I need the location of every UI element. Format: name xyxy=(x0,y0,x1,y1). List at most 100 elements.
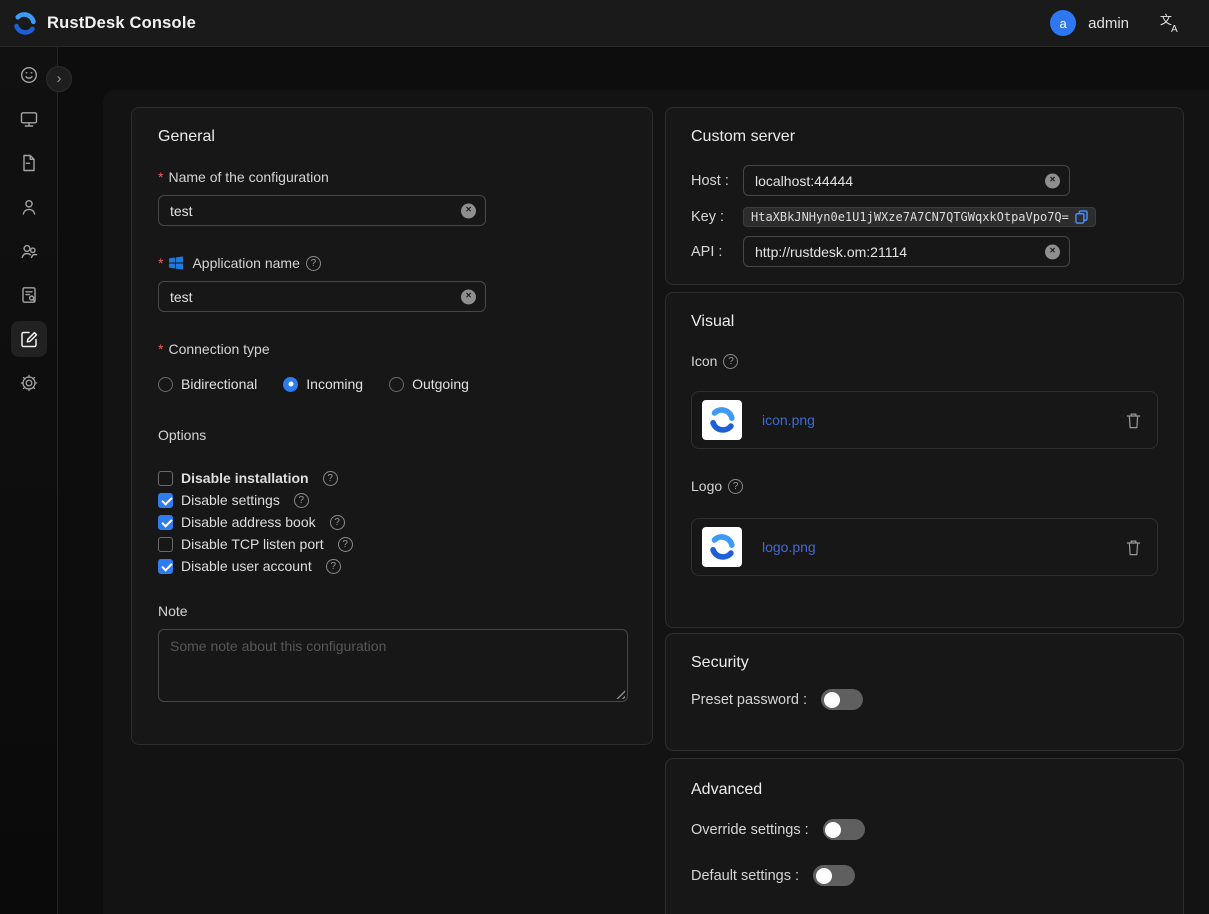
sidebar-item-users[interactable] xyxy=(11,189,47,225)
user-group-icon xyxy=(19,241,39,261)
host-input[interactable]: localhost:44444 xyxy=(743,165,1070,196)
general-panel: General Name of the configuration test A… xyxy=(131,107,653,745)
option-disable-settings[interactable]: Disable settings xyxy=(158,489,626,511)
connection-type-label: Connection type xyxy=(158,340,626,358)
option-disable-user-account[interactable]: Disable user account xyxy=(158,555,626,577)
radio-dot[interactable] xyxy=(158,377,173,392)
username[interactable]: admin xyxy=(1088,15,1129,32)
icon-label: Icon xyxy=(691,352,1158,370)
checkbox[interactable] xyxy=(158,471,173,486)
sidebar-item-settings[interactable] xyxy=(11,365,47,401)
security-title: Security xyxy=(691,654,1158,672)
options-label: Options xyxy=(158,426,626,444)
avatar[interactable]: a xyxy=(1050,10,1076,36)
option-disable-installation[interactable]: Disable installation xyxy=(158,467,626,489)
visual-title: Visual xyxy=(691,313,1158,331)
help-icon[interactable] xyxy=(323,471,338,486)
icon-upload-row: icon.png xyxy=(691,391,1158,449)
brand: RustDesk Console xyxy=(0,10,196,37)
default-settings-row: Default settings : xyxy=(691,865,1158,886)
override-settings-toggle[interactable] xyxy=(823,819,865,840)
icon-filename-link[interactable]: icon.png xyxy=(762,412,815,428)
custom-server-title: Custom server xyxy=(691,128,1158,146)
checkbox[interactable] xyxy=(158,559,173,574)
sidebar-item-documents-review[interactable] xyxy=(11,277,47,313)
sidebar-item-devices[interactable] xyxy=(11,101,47,137)
windows-icon xyxy=(168,255,184,271)
sidebar-item-smiley[interactable] xyxy=(11,57,47,93)
help-icon[interactable] xyxy=(294,493,309,508)
connection-type-group: Bidirectional Incoming Outgoing xyxy=(158,374,626,394)
visual-panel: Visual Icon icon.png Logo xyxy=(665,292,1184,628)
content-area: General Name of the configuration test A… xyxy=(103,90,1209,914)
server-key-value: HtaXBkJNHyn0e1U1jWXze7A7CN7QTGWqxkOtpaVp… xyxy=(743,207,1096,227)
user-icon xyxy=(19,197,39,217)
api-label: API : xyxy=(691,244,743,260)
delete-icon[interactable] xyxy=(1126,412,1141,429)
gear-icon xyxy=(19,373,39,393)
note-placeholder: Some note about this configuration xyxy=(170,638,386,654)
radio-incoming[interactable]: Incoming xyxy=(283,376,363,392)
delete-icon[interactable] xyxy=(1126,539,1141,556)
default-settings-label: Default settings : xyxy=(691,868,799,884)
document-search-icon xyxy=(19,285,39,305)
svg-text:A: A xyxy=(1171,24,1178,33)
sidebar-item-audit[interactable] xyxy=(11,145,47,181)
sidebar xyxy=(0,47,58,914)
resize-handle-icon[interactable] xyxy=(616,690,625,699)
rustdesk-logo-icon xyxy=(707,532,737,562)
advanced-panel: Advanced Override settings : Default set… xyxy=(665,758,1184,914)
logo-thumbnail xyxy=(702,527,742,567)
rustdesk-logo-icon xyxy=(11,10,38,37)
checkbox[interactable] xyxy=(158,493,173,508)
option-disable-address-book[interactable]: Disable address book xyxy=(158,511,626,533)
option-disable-tcp-listen-port[interactable]: Disable TCP listen port xyxy=(158,533,626,555)
edit-icon xyxy=(19,329,39,349)
key-label: Key : xyxy=(691,209,743,225)
help-icon[interactable] xyxy=(338,537,353,552)
clear-icon[interactable] xyxy=(1045,244,1060,259)
icon-thumbnail xyxy=(702,400,742,440)
radio-bidirectional[interactable]: Bidirectional xyxy=(158,376,257,392)
sidebar-item-groups[interactable] xyxy=(11,233,47,269)
radio-dot[interactable] xyxy=(389,377,404,392)
help-icon[interactable] xyxy=(326,559,341,574)
rustdesk-logo-icon xyxy=(707,405,737,435)
radio-outgoing[interactable]: Outgoing xyxy=(389,376,469,392)
app-name-label: Application name xyxy=(158,254,626,272)
preset-password-row: Preset password : xyxy=(691,689,1158,710)
checkbox[interactable] xyxy=(158,515,173,530)
preset-password-toggle[interactable] xyxy=(821,689,863,710)
api-input[interactable]: http://rustdesk.om:21114 xyxy=(743,236,1070,267)
host-label: Host : xyxy=(691,173,743,189)
app-title: RustDesk Console xyxy=(47,14,196,33)
clear-icon[interactable] xyxy=(1045,173,1060,188)
security-panel: Security Preset password : xyxy=(665,633,1184,751)
sidebar-expand-button[interactable] xyxy=(46,66,72,92)
help-icon[interactable] xyxy=(728,479,743,494)
override-settings-label: Override settings : xyxy=(691,822,809,838)
smiley-icon xyxy=(19,65,39,85)
clear-icon[interactable] xyxy=(461,289,476,304)
language-translate-icon[interactable]: 文 A xyxy=(1159,12,1181,34)
config-name-input[interactable]: test xyxy=(158,195,486,226)
note-textarea[interactable]: Some note about this configuration xyxy=(158,629,628,702)
logo-filename-link[interactable]: logo.png xyxy=(762,539,816,555)
monitor-icon xyxy=(19,109,39,129)
help-icon[interactable] xyxy=(330,515,345,530)
override-settings-row: Override settings : xyxy=(691,819,1158,840)
logo-upload-row: logo.png xyxy=(691,518,1158,576)
radio-dot[interactable] xyxy=(283,377,298,392)
note-label: Note xyxy=(158,602,626,620)
help-icon[interactable] xyxy=(306,256,321,271)
general-title: General xyxy=(158,128,626,146)
checkbox[interactable] xyxy=(158,537,173,552)
app-name-input[interactable]: test xyxy=(158,281,486,312)
clear-icon[interactable] xyxy=(461,203,476,218)
sidebar-item-custom-client[interactable] xyxy=(11,321,47,357)
copy-icon[interactable] xyxy=(1075,210,1088,224)
help-icon[interactable] xyxy=(723,354,738,369)
default-settings-toggle[interactable] xyxy=(813,865,855,886)
preset-password-label: Preset password : xyxy=(691,692,807,708)
advanced-title: Advanced xyxy=(691,781,1158,799)
